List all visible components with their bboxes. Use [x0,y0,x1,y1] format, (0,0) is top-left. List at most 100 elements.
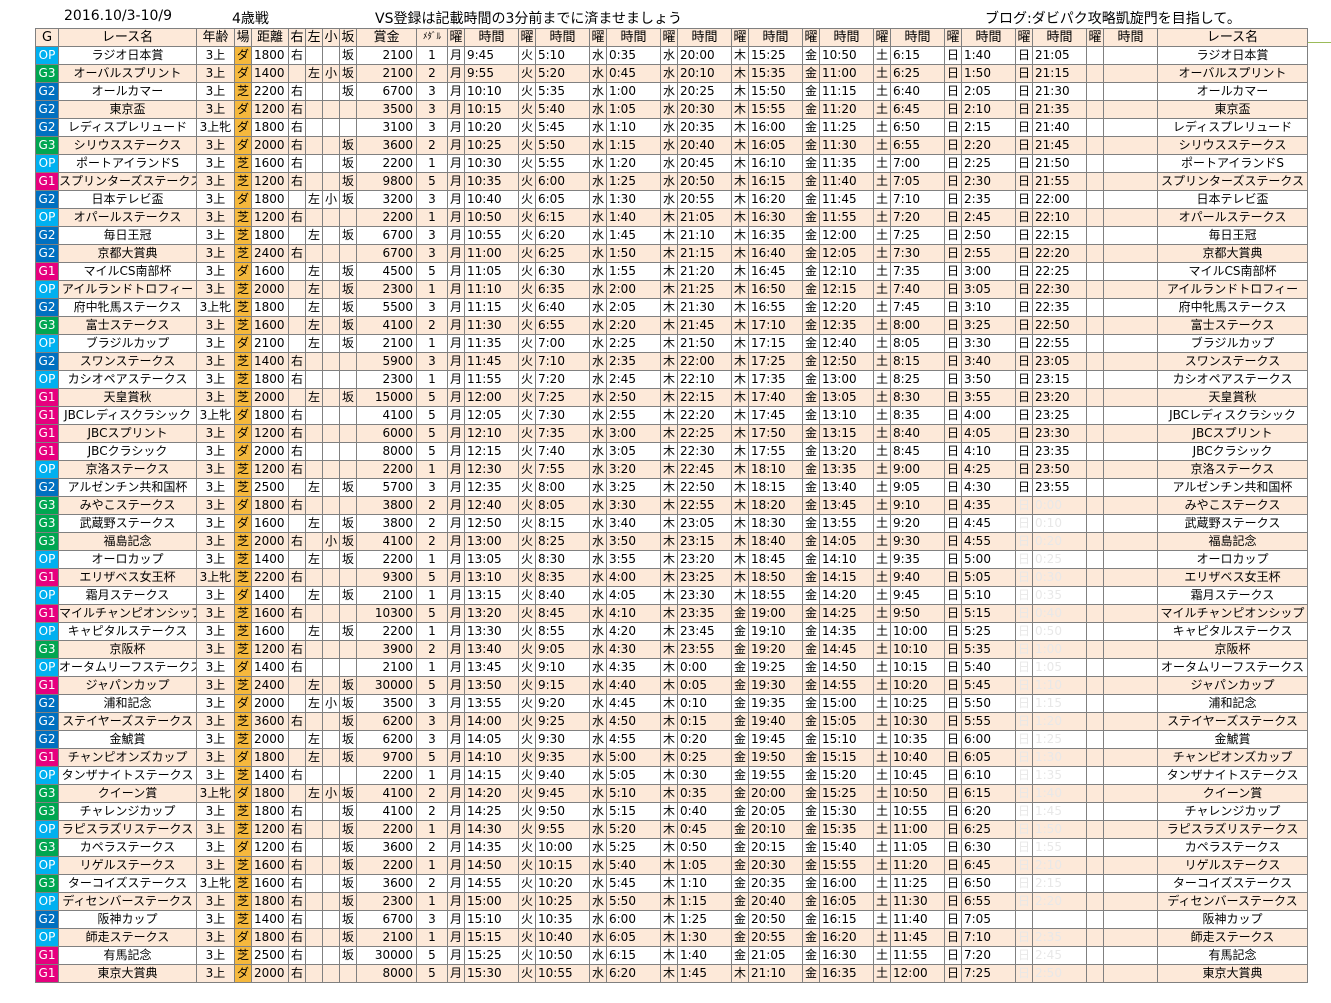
weekday-cell: 月 [447,838,465,857]
table-cell: 左 [305,622,323,641]
grade-badge: OP [35,208,59,227]
time-cell: 1:45 [1032,802,1087,821]
surface-cell: ダ [234,658,252,677]
table-cell [339,604,357,623]
weekday-cell: 木 [731,442,749,461]
time-cell: 23:55 [677,640,732,659]
table-row: OP ラジオ日本賞 3上ダ 1800 右坂 2100 1 月 9:45 火 5:10 水 0:35 水 20… [35,46,1308,65]
weekday-cell: 土 [873,550,891,569]
time-cell: 5:45 [535,118,590,137]
time-cell: 23:30 [677,586,732,605]
race-name-cell: 毎日王冠 [58,226,197,245]
surface-cell: ダ [234,46,252,65]
time-cell: 8:35 [890,406,945,425]
grade-badge: G1 [35,388,59,407]
race-name-cell: 府中牝馬ステークス [1157,298,1308,317]
grade-badge: G1 [35,604,59,623]
distance-cell: 1800 [251,118,289,137]
race-name-cell: オールカマー [1157,82,1308,101]
time-cell: 3:05 [606,442,661,461]
prize-cell: 2200 [356,820,417,839]
time-cell: 12:10 [464,424,519,443]
table-cell: 2 [416,496,448,515]
time-cell: 23:55 [1032,478,1087,497]
race-name-cell: 富士ステークス [58,316,197,335]
weekday-cell: 木 [731,478,749,497]
table-cell [322,928,340,947]
weekday-cell: 日 [1015,730,1033,749]
table-cell: 3上 [196,748,235,767]
category-label: 4歳戦 [232,11,269,27]
weekday-cell: 日 [944,766,962,785]
weekday-cell: 日 [1015,424,1033,443]
table-cell [322,388,340,407]
race-name-cell: JBCクラシック [1157,442,1308,461]
table-cell: 5 [416,172,448,191]
weekday-cell: 日 [1015,802,1033,821]
weekday-cell: 月 [447,154,465,173]
table-cell [322,622,340,641]
weekday-cell: 金 [731,766,749,785]
time-cell: 20:35 [748,874,803,893]
weekday-cell: 月 [447,874,465,893]
time-cell: 21:05 [677,208,732,227]
weekday-cell: 月 [447,424,465,443]
weekday-cell: 木 [731,118,749,137]
weekday-cell [1086,856,1104,875]
time-cell: 17:40 [748,388,803,407]
time-cell: 15:35 [819,820,874,839]
time-cell: 15:25 [464,946,519,965]
weekday-cell: 水 [589,460,607,479]
table-cell: 3上 [196,208,235,227]
table-cell: 右 [288,370,306,389]
prize-cell: 3800 [356,514,417,533]
table-row: OP キャピタルステークス 3上芝 1600 左坂 2200 1 月 13:30 火 8:55 水 4:… [35,622,1308,641]
table-row: OP 師走ステークス 3上ダ 1800 右坂 2100 1 月 15:15 火 10:40 水 6:05… [35,928,1308,947]
weekday-cell: 土 [873,460,891,479]
weekday-cell: 土 [873,370,891,389]
weekday-cell: 火 [518,172,536,191]
weekday-cell: 土 [873,262,891,281]
weekday-cell: 月 [447,622,465,641]
table-cell: 3 [416,100,448,119]
weekday-cell: 金 [802,208,820,227]
weekday-cell: 土 [873,658,891,677]
weekday-cell: 土 [873,514,891,533]
time-cell: 12:40 [819,334,874,353]
distance-cell: 3600 [251,712,289,731]
time-cell [1103,406,1158,425]
surface-cell: 芝 [234,172,252,191]
table-cell [305,100,323,119]
surface-cell: 芝 [234,730,252,749]
prize-cell: 2100 [356,928,417,947]
weekday-cell: 日 [944,208,962,227]
time-cell: 2:15 [1032,874,1087,893]
weekday-cell: 木 [660,910,678,929]
time-cell: 16:50 [748,280,803,299]
race-name-cell: 京洛ステークス [58,460,197,479]
weekday-cell: 木 [660,730,678,749]
distance-cell: 2000 [251,388,289,407]
time-cell: 11:30 [464,316,519,335]
weekday-cell: 木 [731,100,749,119]
distance-cell: 1800 [251,802,289,821]
table-cell [322,478,340,497]
weekday-cell: 日 [944,100,962,119]
weekday-cell: 水 [589,694,607,713]
time-cell: 3:25 [961,316,1016,335]
distance-cell: 1600 [251,856,289,875]
distance-cell: 2000 [251,442,289,461]
weekday-cell: 金 [731,838,749,857]
time-cell [1103,532,1158,551]
table-cell [305,856,323,875]
table-cell: 左 [305,64,323,83]
time-cell: 8:15 [890,352,945,371]
distance-cell: 1400 [251,550,289,569]
table-cell: 左 [305,334,323,353]
table-row: G1 エリザベス女王杯 3上牝芝 2200 右 9300 5 月 13:10 火 8:35 水 4:00… [35,568,1308,587]
table-cell [322,136,340,155]
time-cell: 21:15 [1032,64,1087,83]
table-cell: 1 [416,766,448,785]
weekday-cell: 日 [1015,46,1033,65]
weekday-cell: 土 [873,622,891,641]
